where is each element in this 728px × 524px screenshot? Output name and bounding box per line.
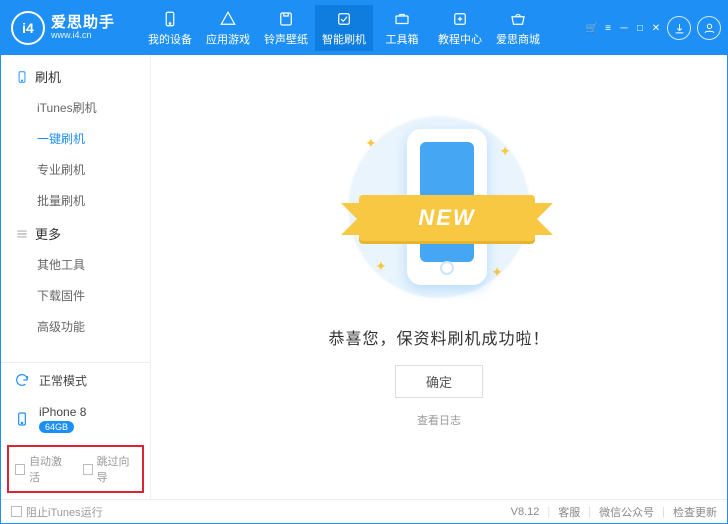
- version-label: V8.12: [511, 506, 540, 518]
- sidebar-item[interactable]: 高级功能: [1, 311, 150, 342]
- maximize-icon[interactable]: □: [635, 23, 645, 33]
- brand-url: www.i4.cn: [51, 31, 115, 41]
- user-button[interactable]: [697, 16, 721, 40]
- nav-1[interactable]: 应用游戏: [199, 5, 257, 51]
- nav-icon-6: [489, 9, 547, 29]
- nav-icon-1: [199, 9, 257, 29]
- section-title: 更多: [35, 224, 61, 243]
- block-itunes-checkbox[interactable]: 阻止iTunes运行: [11, 504, 103, 520]
- device-name: iPhone 8: [39, 405, 86, 419]
- wechat-link[interactable]: 微信公众号: [599, 504, 654, 520]
- nav-0[interactable]: 我的设备: [141, 5, 199, 51]
- nav-icon-4: [373, 9, 431, 29]
- logo-icon: i4: [11, 11, 45, 45]
- sidebar-item[interactable]: 一键刷机: [1, 123, 150, 154]
- minimize-icon[interactable]: ─: [619, 23, 629, 33]
- section-more: 更多: [1, 216, 150, 249]
- mode-row[interactable]: 正常模式: [1, 363, 150, 397]
- nav-label: 铃声壁纸: [257, 31, 315, 47]
- nav-6[interactable]: 爱思商城: [489, 5, 547, 51]
- storage-badge: 64GB: [39, 421, 74, 433]
- close-icon[interactable]: ✕: [651, 23, 661, 33]
- support-link[interactable]: 客服: [558, 504, 580, 520]
- nav-2[interactable]: 铃声壁纸: [257, 5, 315, 51]
- sidebar-item[interactable]: 下载固件: [1, 280, 150, 311]
- main-content: ✦✦✦✦ NEW 恭喜您，保资料刷机成功啦！ 确定 查看日志: [151, 55, 727, 499]
- options-highlight-box: 自动激活 跳过向导: [7, 445, 144, 493]
- nav-3[interactable]: 智能刷机: [315, 5, 373, 51]
- nav-4[interactable]: 工具箱: [373, 5, 431, 51]
- nav-icon-3: [315, 9, 373, 29]
- window-controls: 🛒 ≡ ─ □ ✕: [587, 23, 661, 33]
- list-icon: [15, 227, 29, 241]
- device-icon: [15, 70, 29, 84]
- sidebar: 刷机 iTunes刷机一键刷机专业刷机批量刷机更多其他工具下载固件高级功能 正常模…: [1, 55, 151, 499]
- sidebar-item[interactable]: iTunes刷机: [1, 92, 150, 123]
- nav-5[interactable]: 教程中心: [431, 5, 489, 51]
- status-bar: 阻止iTunes运行 V8.12 | 客服 | 微信公众号 | 检查更新: [1, 499, 727, 523]
- nav-label: 教程中心: [431, 31, 489, 47]
- phone-icon: [13, 410, 31, 428]
- nav-label: 我的设备: [141, 31, 199, 47]
- section-title: 刷机: [35, 67, 61, 86]
- refresh-icon: [13, 371, 31, 389]
- nav-icon-5: [431, 9, 489, 29]
- cart-icon[interactable]: 🛒: [587, 23, 597, 33]
- nav-label: 工具箱: [373, 31, 431, 47]
- brand: i4 爱思助手 www.i4.cn: [11, 11, 141, 45]
- block-itunes-label: 阻止iTunes运行: [26, 504, 103, 520]
- mode-label: 正常模式: [39, 372, 87, 389]
- nav-icon-2: [257, 9, 315, 29]
- success-message: 恭喜您，保资料刷机成功啦！: [328, 325, 549, 349]
- auto-activate-checkbox[interactable]: 自动激活: [15, 453, 69, 485]
- device-row[interactable]: iPhone 8 64GB: [1, 397, 150, 441]
- success-illustration: ✦✦✦✦ NEW: [329, 107, 549, 307]
- check-update-link[interactable]: 检查更新: [673, 504, 717, 520]
- skip-guide-checkbox[interactable]: 跳过向导: [83, 453, 137, 485]
- skip-guide-label: 跳过向导: [97, 453, 136, 485]
- menu-icon[interactable]: ≡: [603, 23, 613, 33]
- nav-label: 智能刷机: [315, 31, 373, 47]
- section-flash: 刷机: [1, 59, 150, 92]
- titlebar: i4 爱思助手 www.i4.cn 我的设备应用游戏铃声壁纸智能刷机工具箱教程中…: [1, 1, 727, 55]
- new-ribbon: NEW: [359, 195, 535, 241]
- ok-button[interactable]: 确定: [395, 365, 483, 398]
- nav-icon-0: [141, 9, 199, 29]
- sidebar-item[interactable]: 专业刷机: [1, 154, 150, 185]
- top-nav: 我的设备应用游戏铃声壁纸智能刷机工具箱教程中心爱思商城: [141, 5, 583, 51]
- sidebar-item[interactable]: 批量刷机: [1, 185, 150, 216]
- brand-name: 爱思助手: [51, 15, 115, 32]
- auto-activate-label: 自动激活: [29, 453, 68, 485]
- view-log-link[interactable]: 查看日志: [417, 412, 461, 428]
- download-button[interactable]: [667, 16, 691, 40]
- nav-label: 应用游戏: [199, 31, 257, 47]
- nav-label: 爱思商城: [489, 31, 547, 47]
- sidebar-item[interactable]: 其他工具: [1, 249, 150, 280]
